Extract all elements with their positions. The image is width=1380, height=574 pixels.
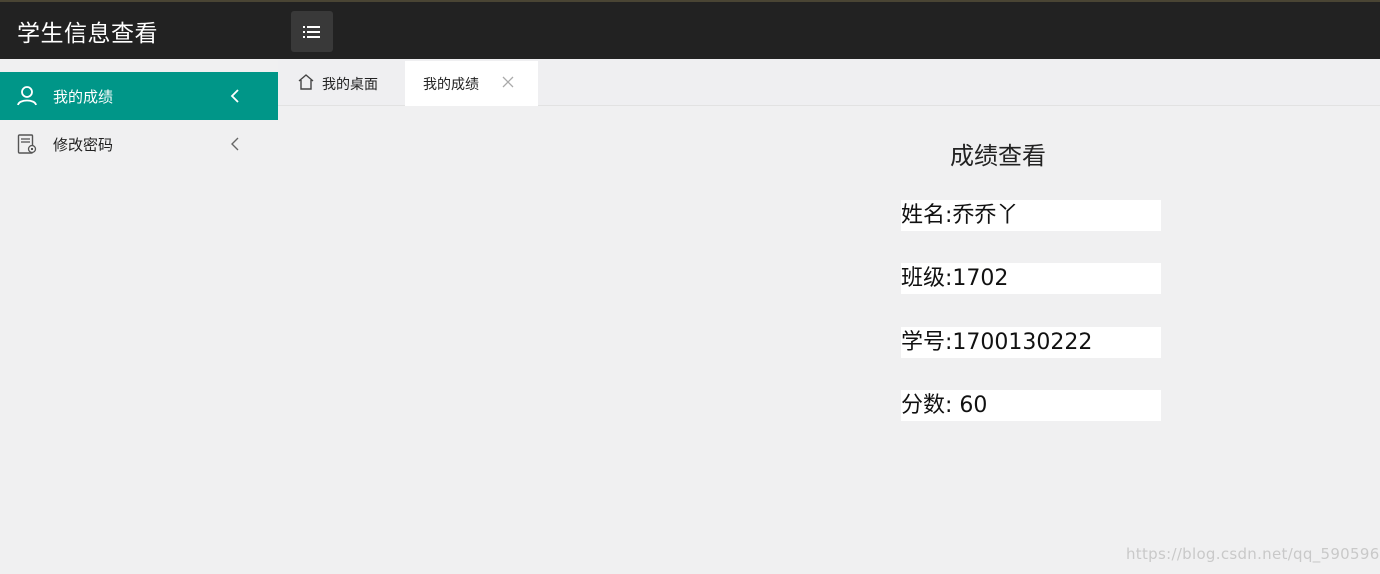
tab-label: 我的成绩 — [423, 76, 479, 93]
sidebar-item-label: 修改密码 — [53, 135, 114, 154]
tab-bar: 我的桌面 我的成绩 — [278, 59, 1380, 106]
chevron-left-icon — [230, 89, 239, 103]
tab-label: 我的桌面 — [322, 76, 378, 93]
app-title: 学生信息查看 — [17, 21, 158, 47]
score-title: 成绩查看 — [950, 142, 1046, 170]
chevron-left-icon — [231, 137, 239, 151]
main-content: 成绩查看 姓名:乔乔丫 班级:1702 学号:1700130222 分数: 60 — [278, 106, 1380, 574]
menu-icon — [303, 25, 320, 38]
close-icon[interactable] — [501, 75, 515, 89]
user-icon — [17, 86, 37, 106]
document-icon — [17, 134, 37, 154]
watermark: https://blog.csdn.net/qq_59059632 — [1126, 545, 1380, 563]
student-name-field: 姓名:乔乔丫 — [901, 200, 1161, 231]
sidebar: 我的成绩 修改密码 — [0, 59, 278, 574]
class-field: 班级:1702 — [901, 263, 1161, 294]
sidebar-item-my-scores[interactable]: 我的成绩 — [0, 72, 278, 120]
top-bar: 学生信息查看 — [0, 0, 1380, 59]
sidebar-item-label: 我的成绩 — [53, 87, 114, 106]
home-icon — [298, 74, 314, 90]
tab-my-desktop[interactable]: 我的桌面 — [278, 61, 404, 106]
student-id-field: 学号:1700130222 — [901, 327, 1161, 358]
sidebar-item-change-password[interactable]: 修改密码 — [0, 120, 278, 168]
score-field: 分数: 60 — [901, 390, 1161, 421]
menu-toggle-button[interactable] — [291, 11, 333, 52]
tab-my-scores[interactable]: 我的成绩 — [405, 61, 538, 106]
